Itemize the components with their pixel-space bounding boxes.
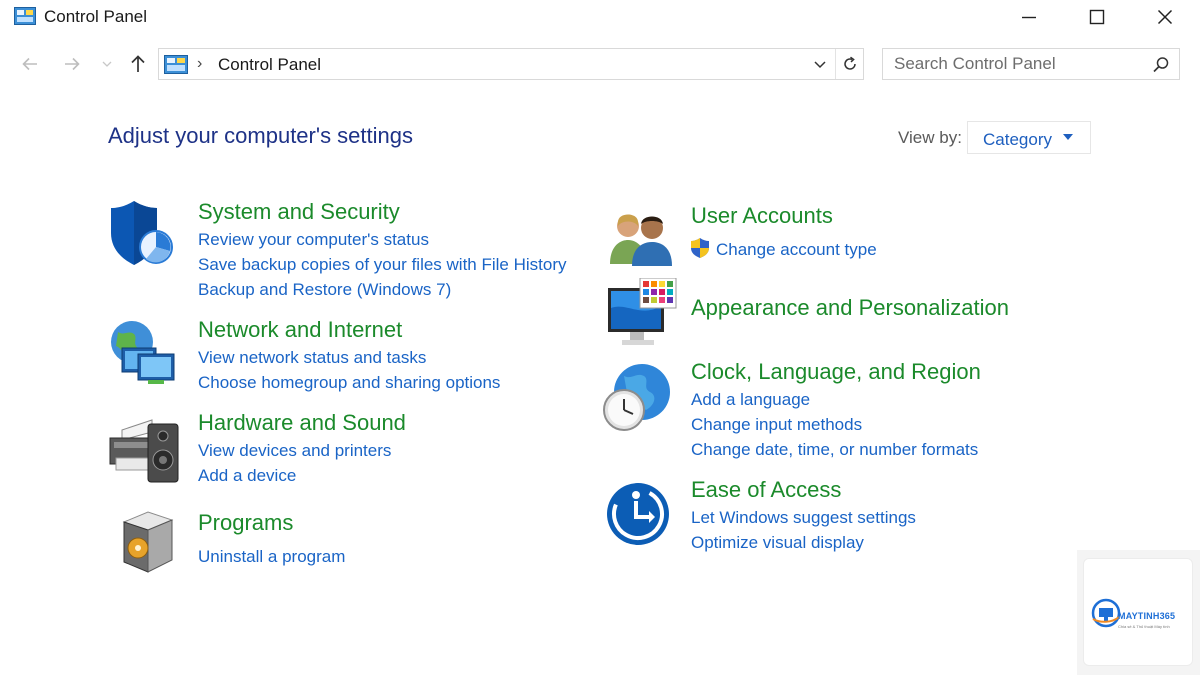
- forward-button[interactable]: [60, 52, 84, 76]
- link-date-time-formats[interactable]: Change date, time, or number formats: [691, 440, 978, 460]
- link-backup-restore[interactable]: Backup and Restore (Windows 7): [198, 280, 451, 300]
- category-title-clock-language-region[interactable]: Clock, Language, and Region: [691, 359, 981, 385]
- maximize-icon: [1089, 9, 1105, 25]
- watermark-tagline: Chia sẻ & Thủ thuật Máy tính: [1118, 624, 1170, 629]
- link-change-input-methods[interactable]: Change input methods: [691, 415, 862, 435]
- maximize-button[interactable]: [1064, 0, 1130, 34]
- link-add-device[interactable]: Add a device: [198, 466, 296, 486]
- link-optimize-visual-display[interactable]: Optimize visual display: [691, 533, 864, 553]
- category-title-system-security[interactable]: System and Security: [198, 199, 400, 225]
- uac-shield-icon: [691, 238, 709, 258]
- link-uninstall-program[interactable]: Uninstall a program: [198, 547, 345, 567]
- view-by-value: Category: [983, 130, 1052, 149]
- minimize-icon: [1022, 16, 1036, 19]
- close-icon: [1157, 9, 1173, 25]
- link-devices-printers[interactable]: View devices and printers: [198, 441, 391, 461]
- title-bar: Control Panel: [0, 0, 1200, 34]
- minimize-button[interactable]: [996, 0, 1062, 34]
- arrow-left-icon: [22, 57, 37, 71]
- chevron-down-icon: [814, 61, 826, 69]
- address-dropdown-button[interactable]: [807, 49, 833, 79]
- watermark-badge: MAYTINH365 Chia sẻ & Thủ thuật Máy tính: [1077, 550, 1200, 675]
- programs-box-icon: [122, 511, 174, 573]
- refresh-button[interactable]: [835, 49, 863, 79]
- control-panel-icon: [14, 7, 36, 25]
- link-review-status[interactable]: Review your computer's status: [198, 230, 429, 250]
- link-file-history[interactable]: Save backup copies of your files with Fi…: [198, 255, 567, 275]
- search-icon[interactable]: [1151, 55, 1171, 75]
- navigation-bar: › Control Panel: [0, 44, 1200, 84]
- search-input[interactable]: [883, 49, 1147, 79]
- network-globe-icon: [111, 321, 175, 384]
- chevron-down-icon: [102, 61, 112, 67]
- page-title: Adjust your computer's settings: [108, 123, 414, 148]
- users-icon: [610, 214, 672, 266]
- category-title-user-accounts[interactable]: User Accounts: [691, 203, 833, 229]
- clock-globe-icon: [603, 364, 670, 431]
- caret-down-icon: [1063, 134, 1073, 140]
- search-box[interactable]: [882, 48, 1180, 80]
- window-title: Control Panel: [44, 7, 148, 26]
- view-by-label: View by:: [898, 128, 962, 147]
- breadcrumb-control-panel[interactable]: Control Panel: [218, 55, 321, 75]
- view-by-dropdown[interactable]: Category: [967, 121, 1091, 154]
- back-button[interactable]: [18, 52, 42, 76]
- link-windows-suggest-settings[interactable]: Let Windows suggest settings: [691, 508, 916, 528]
- arrow-right-icon: [65, 57, 80, 71]
- category-title-programs[interactable]: Programs: [198, 510, 293, 536]
- address-bar[interactable]: › Control Panel: [158, 48, 864, 80]
- category-title-appearance[interactable]: Appearance and Personalization: [691, 295, 1009, 321]
- control-panel-icon: [164, 55, 188, 74]
- category-title-hardware-sound[interactable]: Hardware and Sound: [198, 410, 406, 436]
- arrow-up-icon: [131, 55, 145, 72]
- shield-icon: [111, 201, 173, 265]
- ease-of-access-icon: [607, 483, 669, 545]
- printer-speaker-icon: [109, 419, 179, 483]
- link-network-status[interactable]: View network status and tasks: [198, 348, 426, 368]
- close-button[interactable]: [1132, 0, 1198, 34]
- link-homegroup-sharing[interactable]: Choose homegroup and sharing options: [198, 373, 500, 393]
- up-button[interactable]: [126, 52, 150, 76]
- watermark-brand: MAYTINH365: [1118, 611, 1176, 621]
- monitor-palette-icon: [608, 278, 677, 345]
- category-title-ease-of-access[interactable]: Ease of Access: [691, 477, 841, 503]
- link-change-account-type[interactable]: Change account type: [716, 240, 877, 260]
- category-title-network-internet[interactable]: Network and Internet: [198, 317, 402, 343]
- watermark-card: MAYTINH365 Chia sẻ & Thủ thuật Máy tính: [1083, 558, 1193, 666]
- recent-locations-button[interactable]: [98, 52, 116, 76]
- link-add-language[interactable]: Add a language: [691, 390, 810, 410]
- refresh-icon: [843, 56, 856, 70]
- breadcrumb-separator: ›: [197, 55, 203, 72]
